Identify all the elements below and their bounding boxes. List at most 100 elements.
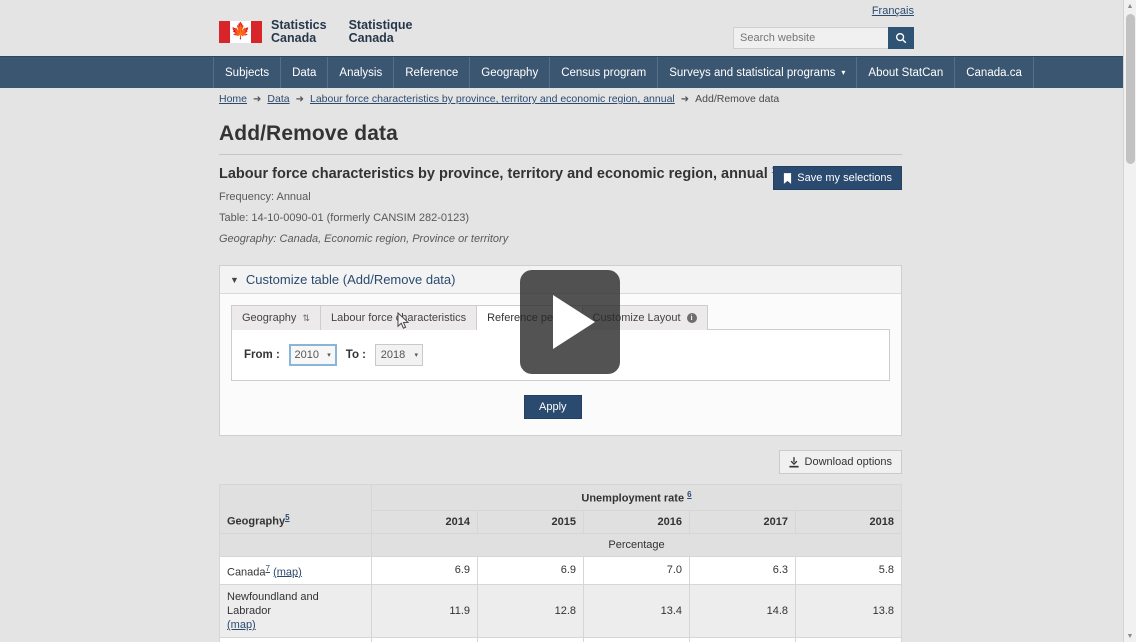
download-options-label: Download options bbox=[804, 456, 892, 468]
page-title: Add/Remove data bbox=[219, 122, 398, 145]
cell-value: 11.1 bbox=[795, 637, 902, 642]
unit-cell-blank bbox=[219, 532, 372, 557]
to-year-value: 2018 bbox=[380, 349, 406, 361]
to-year-select[interactable]: 2018 ▾ bbox=[375, 344, 424, 366]
map-link[interactable]: (map) bbox=[227, 619, 256, 631]
nav-item-subjects[interactable]: Subjects bbox=[213, 57, 282, 88]
scrollbar-thumb[interactable] bbox=[1126, 14, 1135, 164]
nav-item-analysis[interactable]: Analysis bbox=[328, 57, 395, 88]
data-table: Geography5 Unemployment rate 6 2014 2015… bbox=[219, 484, 902, 642]
cell-value: 6.3 bbox=[689, 555, 796, 586]
row-label: Newfoundland and Labrador bbox=[227, 591, 319, 618]
chevron-down-icon: ▾ bbox=[414, 352, 419, 359]
nav-label: Data bbox=[292, 66, 317, 79]
scroll-up-arrow-icon[interactable]: ▲ bbox=[1124, 0, 1136, 12]
download-options-row: Download options bbox=[219, 450, 902, 474]
search-button[interactable] bbox=[888, 27, 914, 49]
cell-value: 8.2 bbox=[371, 637, 478, 642]
breadcrumb-separator-icon: ➜ bbox=[295, 93, 304, 105]
table-unit-row: Percentage bbox=[219, 532, 902, 557]
chevron-down-icon: ▾ bbox=[327, 352, 331, 359]
table-row: Avalon Peninsula, Newfoundland and Labra… bbox=[219, 637, 902, 642]
nav-item-surveys-and-statistical-programs[interactable]: Surveys and statistical programs ▾ bbox=[658, 57, 858, 88]
breadcrumb-item-home[interactable]: Home bbox=[219, 93, 247, 105]
nav-item-reference[interactable]: Reference bbox=[394, 57, 471, 88]
scroll-down-arrow-icon[interactable]: ▼ bbox=[1124, 630, 1136, 642]
row-footnote[interactable]: 7 bbox=[266, 564, 270, 573]
geography-text: Geography: Canada, Economic region, Prov… bbox=[219, 233, 509, 245]
play-icon bbox=[553, 295, 595, 349]
customize-table-title: Customize table (Add/Remove data) bbox=[245, 272, 456, 287]
from-year-select[interactable]: 2010 ▾ bbox=[288, 344, 337, 366]
breadcrumb-separator-icon: ➜ bbox=[680, 93, 690, 105]
language-toggle-link[interactable]: Français bbox=[872, 5, 914, 17]
breadcrumb-item-current: Add/Remove data bbox=[695, 93, 780, 105]
nav-label: About StatCan bbox=[868, 66, 944, 79]
site-header: Français 🍁 Statistics Canada Statistique… bbox=[0, 0, 1136, 56]
nav-item-data[interactable]: Data bbox=[281, 57, 329, 88]
mouse-cursor-icon bbox=[397, 312, 410, 329]
nav-item-about-statcan[interactable]: About StatCan bbox=[857, 57, 956, 88]
cell-value: 10.5 bbox=[583, 637, 690, 642]
brand-block: 🍁 Statistics Canada Statistique Canada bbox=[219, 19, 413, 45]
year-header-2018: 2018 bbox=[795, 509, 902, 534]
nav-label: Analysis bbox=[339, 66, 383, 79]
nav-label: Canada.ca bbox=[966, 66, 1022, 79]
cell-value: 11.0 bbox=[689, 637, 796, 642]
sort-icon: ⇅ bbox=[302, 312, 310, 323]
cell-value: 13.8 bbox=[795, 584, 902, 639]
canada-flag-icon: 🍁 bbox=[219, 21, 262, 43]
cell-value: 12.8 bbox=[477, 584, 584, 639]
video-play-overlay[interactable] bbox=[520, 270, 620, 374]
row-geography-canada: Canada7 (map) bbox=[219, 555, 372, 586]
statcan-wordmark: Statistics Canada Statistique Canada bbox=[271, 19, 413, 45]
year-header-2016: 2016 bbox=[583, 509, 690, 534]
cell-value: 6.9 bbox=[477, 555, 584, 586]
vertical-scrollbar[interactable]: ▲ ▼ bbox=[1123, 0, 1136, 642]
site-search bbox=[733, 27, 914, 49]
page-root: Français 🍁 Statistics Canada Statistique… bbox=[0, 0, 1136, 642]
info-icon: i bbox=[686, 313, 697, 323]
group-header-footnote[interactable]: 6 bbox=[687, 490, 691, 499]
nav-label: Reference bbox=[405, 66, 459, 79]
nav-label: Geography bbox=[481, 66, 539, 79]
apply-button[interactable]: Apply bbox=[524, 395, 582, 419]
nav-item-canada-ca[interactable]: Canada.ca bbox=[955, 57, 1034, 88]
nav-label: Surveys and statistical programs bbox=[669, 66, 836, 79]
cell-value: 7.0 bbox=[583, 555, 690, 586]
download-options-button[interactable]: Download options bbox=[778, 450, 902, 474]
save-button-label: Save my selections bbox=[797, 172, 892, 184]
bookmark-icon bbox=[784, 172, 792, 184]
table-row: Canada7 (map) 6.9 6.9 7.0 6.3 5.8 bbox=[219, 555, 902, 586]
year-header-2015: 2015 bbox=[477, 509, 584, 534]
frequency-text: Frequency: Annual bbox=[219, 191, 311, 203]
row-geography-newfoundland-and-labrador: Newfoundland and Labrador (map) bbox=[219, 584, 372, 639]
breadcrumb-item-table[interactable]: Labour force characteristics by province… bbox=[310, 93, 675, 105]
geography-header-label: Geography bbox=[227, 515, 286, 528]
year-header-2017: 2017 bbox=[689, 509, 796, 534]
table-group-header-row: Geography5 Unemployment rate 6 bbox=[219, 484, 902, 534]
tab-geography[interactable]: Geography ⇅ bbox=[231, 305, 321, 330]
cell-value: 5.8 bbox=[795, 555, 902, 586]
tab-label: Geography bbox=[242, 312, 297, 324]
save-my-selections-button[interactable]: Save my selections bbox=[773, 166, 902, 190]
triangle-down-icon: ▼ bbox=[230, 274, 239, 285]
geography-column-header: Geography5 bbox=[219, 484, 372, 534]
nav-item-census-program[interactable]: Census program bbox=[550, 57, 659, 88]
cell-value: 11.9 bbox=[371, 584, 478, 639]
map-link[interactable]: (map) bbox=[273, 566, 302, 578]
cell-value: 13.4 bbox=[583, 584, 690, 639]
nav-label: Subjects bbox=[225, 66, 270, 79]
year-header-2014: 2014 bbox=[371, 509, 478, 534]
to-label: To : bbox=[345, 349, 367, 361]
wordmark-en-line2: Canada bbox=[271, 31, 317, 45]
title-divider bbox=[219, 154, 902, 155]
nav-item-geography[interactable]: Geography bbox=[470, 57, 551, 88]
data-table-body: Percentage Canada7 (map) 6.9 6.9 7.0 6.3… bbox=[219, 532, 902, 642]
breadcrumb-item-data[interactable]: Data bbox=[267, 93, 289, 105]
nav-label: Census program bbox=[561, 66, 647, 79]
main-content: Add/Remove data Labour force characteris… bbox=[219, 108, 902, 642]
table-title: Labour force characteristics by province… bbox=[219, 166, 768, 182]
geography-header-footnote[interactable]: 5 bbox=[285, 513, 289, 522]
search-input[interactable] bbox=[733, 27, 888, 49]
